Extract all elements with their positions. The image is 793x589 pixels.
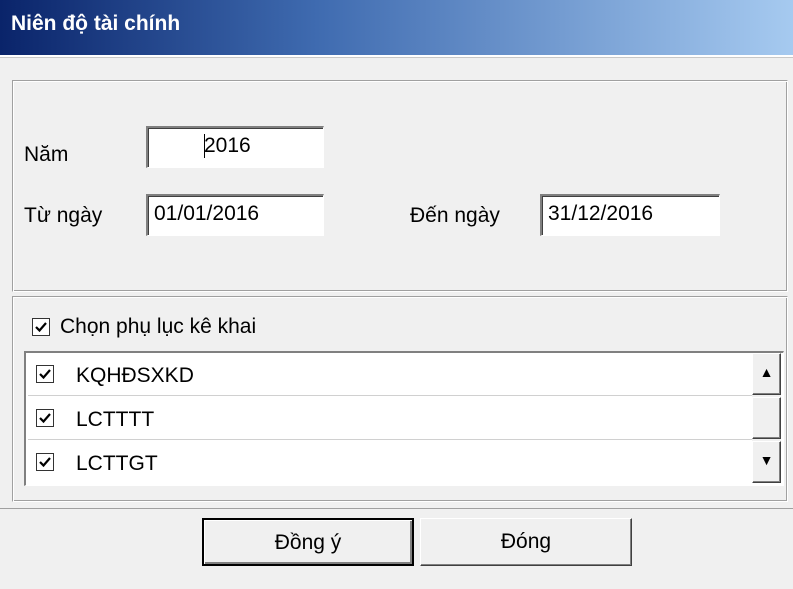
to-date-label: Đến ngày — [410, 204, 500, 227]
list-scrollbar[interactable]: ▲ ▼ — [752, 353, 781, 483]
title-bar: Niên độ tài chính — [0, 0, 793, 55]
item-checkbox[interactable] — [36, 409, 54, 427]
year-label: Năm — [24, 143, 69, 166]
year-input[interactable]: 2016 — [146, 126, 324, 168]
ok-button[interactable]: Đồng ý — [202, 518, 414, 566]
list-item[interactable]: KQHĐSXKD — [28, 353, 754, 396]
close-button[interactable]: Đóng — [420, 518, 632, 566]
appendix-list: KQHĐSXKD LCTTTT LCTTGT — [24, 351, 784, 486]
fiscal-period-group — [12, 80, 788, 292]
scroll-thumb[interactable] — [752, 397, 781, 439]
checkmark-icon — [39, 413, 51, 424]
from-date-input[interactable]: 01/01/2016 — [146, 194, 324, 236]
arrow-down-icon: ▼ — [759, 452, 774, 468]
to-date-input[interactable]: 31/12/2016 — [540, 194, 720, 236]
title-separator — [0, 55, 793, 58]
scroll-down-button[interactable]: ▼ — [752, 441, 781, 483]
item-label: KQHĐSXKD — [76, 364, 194, 387]
item-label: LCTTTT — [76, 408, 155, 431]
checkmark-icon — [35, 322, 47, 333]
item-label: LCTTGT — [76, 452, 158, 475]
checkmark-icon — [39, 369, 51, 380]
text-caret — [204, 134, 205, 158]
select-appendix-checkbox[interactable] — [32, 318, 50, 336]
checkmark-icon — [39, 457, 51, 468]
scroll-up-button[interactable]: ▲ — [752, 353, 781, 395]
window-title: Niên độ tài chính — [11, 12, 181, 35]
list-item[interactable]: LCTTGT — [28, 441, 754, 484]
footer-divider — [0, 508, 793, 509]
item-checkbox[interactable] — [36, 453, 54, 471]
list-item[interactable]: LCTTTT — [28, 397, 754, 440]
select-appendix-label: Chọn phụ lục kê khai — [60, 315, 257, 338]
arrow-up-icon: ▲ — [759, 364, 774, 380]
item-checkbox[interactable] — [36, 365, 54, 383]
from-date-label: Từ ngày — [24, 204, 103, 227]
